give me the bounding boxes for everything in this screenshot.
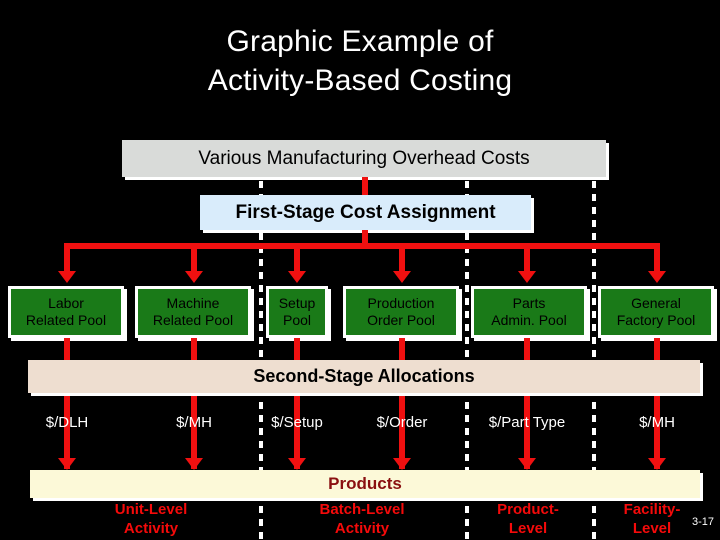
- cost-pool-label-line1: General: [631, 295, 681, 311]
- cost-pool-label-line2: Related Pool: [25, 312, 107, 328]
- slide-canvas: Graphic Example of Activity-Based Costin…: [0, 0, 720, 540]
- rate-label-mh-general: $/MH: [639, 414, 675, 431]
- first-stage-distribution-bar: [64, 243, 660, 249]
- second-stage-line-3: [294, 338, 300, 469]
- products-banner: Products: [30, 470, 700, 498]
- pool-feed-arrow-1: [58, 271, 76, 283]
- second-stage-line-5: [524, 338, 530, 469]
- second-stage-arrow-5: [518, 458, 536, 470]
- cost-pool-label-line2: Order Pool: [367, 312, 435, 328]
- title-line-1: Graphic Example of: [226, 25, 494, 58]
- pool-feed-arrow-4: [393, 271, 411, 283]
- cost-pool-label-line1: Parts: [512, 295, 546, 311]
- activity-label-unit-level: Unit-Level Activity: [115, 500, 188, 538]
- cost-pool-label-line1: Labor: [48, 295, 84, 311]
- cost-pool-label-line2: Related Pool: [152, 312, 234, 328]
- cost-pool-label-line2: Admin. Pool: [491, 312, 567, 328]
- products-label: Products: [328, 474, 402, 493]
- activity-label-line2: Level: [632, 520, 672, 537]
- pool-feed-line-6: [654, 243, 660, 271]
- activity-label-line1: Batch-Level: [319, 501, 405, 518]
- manufacturing-overhead-banner: Various Manufacturing Overhead Costs: [122, 140, 606, 177]
- second-stage-allocations-label: Second-Stage Allocations: [253, 366, 475, 386]
- activity-label-line1: Product-: [497, 501, 559, 518]
- pool-feed-arrow-6: [648, 271, 666, 283]
- pool-feed-line-4: [399, 243, 405, 271]
- cost-pool-production-order[interactable]: Production Order Pool: [343, 286, 459, 338]
- activity-label-facility-level: Facility- Level: [624, 500, 681, 538]
- second-stage-arrow-4: [393, 458, 411, 470]
- pool-feed-line-3: [294, 243, 300, 271]
- second-stage-line-4: [399, 338, 405, 469]
- manufacturing-overhead-label: Various Manufacturing Overhead Costs: [198, 147, 530, 169]
- cost-pool-label-line1: Setup: [278, 295, 316, 311]
- activity-label-line1: Unit-Level: [114, 501, 188, 518]
- second-stage-arrow-2: [185, 458, 203, 470]
- cost-pool-labor-related[interactable]: Labor Related Pool: [8, 286, 124, 338]
- pool-feed-line-2: [191, 243, 197, 271]
- first-stage-assignment-banner: First-Stage Cost Assignment: [200, 195, 531, 230]
- second-stage-arrow-1: [58, 458, 76, 470]
- pool-feed-line-1: [64, 243, 70, 271]
- rate-label-dlh: $/DLH: [45, 414, 89, 431]
- cost-pool-label-line2: Pool: [282, 312, 312, 328]
- overhead-to-first-stage-connector: [362, 177, 368, 195]
- second-stage-allocations-banner: Second-Stage Allocations: [28, 360, 700, 393]
- slide-number: 3-17: [691, 516, 714, 528]
- rate-label-order: $/Order: [376, 414, 428, 431]
- activity-label-line2: Activity: [123, 520, 179, 537]
- second-stage-line-1: [64, 338, 70, 469]
- cost-pool-machine-related[interactable]: Machine Related Pool: [135, 286, 251, 338]
- pool-feed-arrow-2: [185, 271, 203, 283]
- activity-label-line1: Facility-: [623, 501, 681, 518]
- pool-feed-line-5: [524, 243, 530, 271]
- cost-pool-label-line1: Production: [367, 295, 435, 311]
- pool-feed-arrow-5: [518, 271, 536, 283]
- activity-label-product-level: Product- Level: [497, 500, 559, 538]
- cost-pool-label-line2: Factory Pool: [616, 312, 696, 328]
- second-stage-line-2: [191, 338, 197, 469]
- rate-label-mh-machine: $/MH: [176, 414, 212, 431]
- activity-label-batch-level: Batch-Level Activity: [319, 500, 404, 538]
- second-stage-arrow-6: [648, 458, 666, 470]
- second-stage-line-6: [654, 338, 660, 469]
- page-title: Graphic Example of Activity-Based Costin…: [0, 22, 720, 100]
- rate-label-part-type: $/Part Type: [488, 414, 566, 431]
- cost-pool-label-line1: Machine: [166, 295, 220, 311]
- second-stage-arrow-3: [288, 458, 306, 470]
- rate-label-setup: $/Setup: [271, 414, 323, 431]
- cost-pool-parts-admin[interactable]: Parts Admin. Pool: [471, 286, 587, 338]
- cost-pool-general-factory[interactable]: General Factory Pool: [598, 286, 714, 338]
- first-stage-assignment-label: First-Stage Cost Assignment: [235, 201, 496, 223]
- cost-pool-setup[interactable]: Setup Pool: [266, 286, 328, 338]
- activity-label-line2: Activity: [334, 520, 390, 537]
- pool-feed-arrow-3: [288, 271, 306, 283]
- activity-label-line2: Level: [508, 520, 548, 537]
- title-line-2: Activity-Based Costing: [207, 64, 513, 97]
